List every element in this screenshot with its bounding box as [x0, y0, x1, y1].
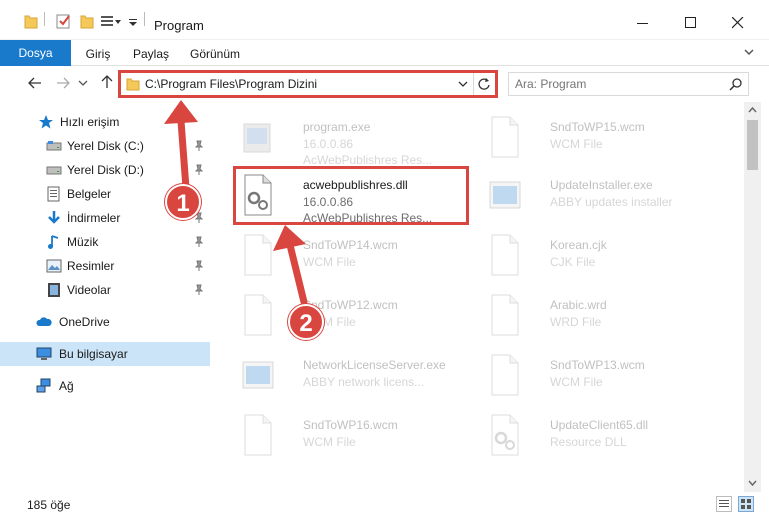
step-badge-2: 2 [288, 304, 324, 340]
arrow-1 [164, 100, 198, 192]
step-badge-1: 1 [165, 184, 201, 220]
arrow-2 [273, 225, 308, 306]
annotation-arrows [164, 100, 308, 306]
